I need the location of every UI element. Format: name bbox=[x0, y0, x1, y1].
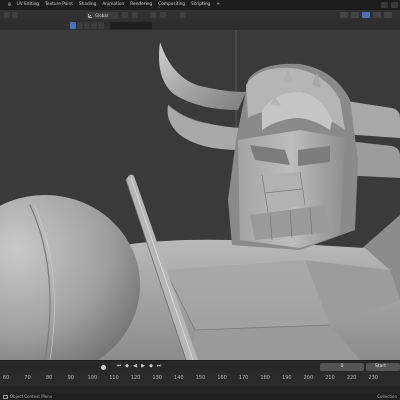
selection-mode-group bbox=[70, 21, 104, 29]
ruler-tick-label: 70 bbox=[24, 375, 31, 381]
ruler-tick-label: 110 bbox=[109, 375, 119, 381]
visibility-icon[interactable] bbox=[340, 12, 348, 18]
xray-icon[interactable] bbox=[373, 12, 381, 18]
shading-solid-icon[interactable] bbox=[384, 12, 392, 18]
ruler-tick-label: 210 bbox=[325, 375, 335, 381]
jump-start-icon[interactable]: ⏮ bbox=[116, 363, 122, 370]
tool-option-field[interactable] bbox=[110, 21, 152, 29]
workspace-tab-bar: g UV Editing Texture Paint Shading Anima… bbox=[0, 0, 400, 10]
ruler-tick-label: 120 bbox=[130, 375, 141, 381]
next-keyframe-icon[interactable]: ◆ bbox=[148, 363, 154, 370]
snap-icon[interactable] bbox=[132, 12, 138, 18]
timeline-track-area[interactable] bbox=[0, 386, 400, 394]
topbar-right-icons bbox=[381, 2, 398, 8]
robot-model-render bbox=[0, 30, 400, 360]
mouse-icon bbox=[3, 395, 8, 399]
transform-icon[interactable] bbox=[180, 12, 186, 18]
status-collection: Collection bbox=[377, 394, 397, 399]
3d-viewport[interactable] bbox=[0, 30, 400, 360]
proportional-edit-icon[interactable] bbox=[150, 12, 156, 18]
pivot-point-icon[interactable] bbox=[122, 12, 128, 18]
start-frame-field[interactable]: Start bbox=[366, 363, 400, 371]
ruler-tick-label: 190 bbox=[282, 375, 292, 381]
ruler-tick-label: 220 bbox=[346, 375, 357, 381]
play-reverse-icon[interactable]: ◀ bbox=[132, 363, 138, 370]
blender-window: g UV Editing Texture Paint Shading Anima… bbox=[0, 0, 400, 400]
select-new-icon[interactable] bbox=[70, 21, 76, 29]
tab-texture-paint[interactable]: Texture Paint bbox=[42, 0, 76, 10]
current-frame-field[interactable]: 0 bbox=[320, 363, 364, 371]
gizmo-icon[interactable] bbox=[351, 12, 359, 18]
ruler-tick-label: 90 bbox=[67, 375, 74, 381]
auto-keying-icon[interactable] bbox=[101, 364, 106, 370]
add-workspace-button[interactable]: + bbox=[213, 0, 223, 10]
jump-end-icon[interactable]: ⏭ bbox=[156, 363, 162, 370]
editor-type-icon[interactable] bbox=[4, 12, 10, 18]
tab-animation[interactable]: Animation bbox=[99, 0, 127, 10]
tool-settings-bar bbox=[0, 20, 400, 30]
ruler-tick-label: 200 bbox=[303, 375, 314, 381]
tab-rendering[interactable]: Rendering bbox=[127, 0, 155, 10]
tab-shading[interactable]: Shading bbox=[76, 0, 99, 10]
timeline-header: ⏮ ◆ ◀ ▶ ◆ ⏭ 0 Start bbox=[0, 360, 400, 372]
falloff-icon[interactable] bbox=[160, 12, 166, 18]
play-icon[interactable]: ▶ bbox=[140, 363, 146, 370]
ruler-tick-label: 80 bbox=[46, 375, 53, 381]
ruler-tick-label: 140 bbox=[174, 375, 184, 381]
transform-orientation-dropdown[interactable]: Global bbox=[86, 11, 118, 19]
ruler-tick-label: 60 bbox=[2, 375, 10, 381]
orientation-axes-icon bbox=[88, 13, 92, 18]
timeline-ruler[interactable]: 60 70 80 90 100 110 120 130 140 150 160 170 180 190 20… bbox=[0, 372, 400, 386]
playback-controls: ⏮ ◆ ◀ ▶ ◆ ⏭ bbox=[116, 363, 162, 370]
ruler-tick-label: 100 bbox=[87, 375, 98, 381]
select-extend-icon[interactable] bbox=[77, 21, 83, 29]
ruler-tick-label: 130 bbox=[152, 375, 162, 381]
scene-icon[interactable] bbox=[381, 2, 388, 8]
viewport-shading-group bbox=[340, 12, 392, 18]
orientation-label: Global bbox=[95, 12, 108, 18]
viewport-header: Global bbox=[0, 10, 400, 20]
object-mode-icon[interactable] bbox=[12, 12, 18, 18]
select-subtract-icon[interactable] bbox=[84, 21, 90, 29]
tab-uv-editing[interactable]: UV Editing bbox=[14, 0, 42, 10]
ruler-tick-label: 160 bbox=[217, 375, 227, 381]
view-layer-icon[interactable] bbox=[391, 2, 398, 8]
status-hint: Object Context Menu bbox=[10, 394, 53, 399]
tab-scripting[interactable]: Scripting bbox=[188, 0, 213, 10]
ruler-tick-label: 150 bbox=[195, 375, 206, 381]
ruler-tick-label: 170 bbox=[238, 375, 249, 381]
overlays-icon[interactable] bbox=[362, 12, 370, 18]
select-intersect-icon[interactable] bbox=[98, 21, 104, 29]
ruler-tick-label: 180 bbox=[260, 375, 270, 381]
ruler-tick-label: 230 bbox=[368, 375, 378, 381]
status-bar: Object Context Menu Collection bbox=[0, 394, 400, 400]
select-invert-icon[interactable] bbox=[91, 21, 97, 29]
prev-keyframe-icon[interactable]: ◆ bbox=[124, 363, 130, 370]
tab-compositing[interactable]: Compositing bbox=[155, 0, 188, 10]
